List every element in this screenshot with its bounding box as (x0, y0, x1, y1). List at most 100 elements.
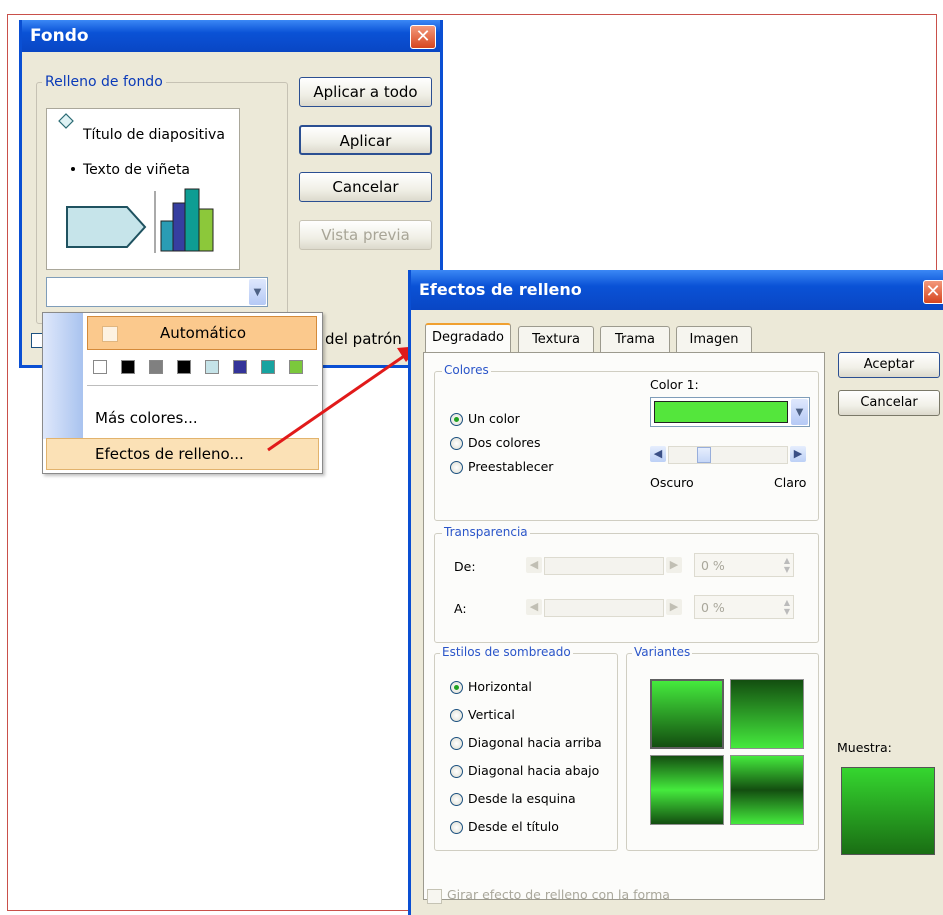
preview-button[interactable]: Vista previa (299, 220, 432, 250)
transparencia-label: Transparencia (442, 525, 530, 539)
menu-item-fill-effects[interactable]: Efectos de relleno... (46, 438, 319, 470)
menu-item-more-colors[interactable]: Más colores... (95, 409, 198, 427)
tab-textura[interactable]: Textura (518, 326, 594, 352)
rotate-fill-label: Girar efecto de relleno con la forma (447, 887, 670, 902)
arrow-shape (66, 206, 147, 248)
color-swatch[interactable] (289, 360, 303, 374)
chart-bar-1 (160, 220, 174, 252)
transparencia-group (434, 533, 819, 643)
diagonal-arriba-label: Diagonal hacia arriba (468, 735, 602, 750)
relleno-de-fondo-label: Relleno de fondo (42, 74, 166, 90)
automatic-color-swatch (102, 326, 118, 342)
radio-diagonal-abajo[interactable] (450, 765, 463, 778)
tab-degradado[interactable]: Degradado (425, 323, 511, 353)
color-swatch[interactable] (121, 360, 135, 374)
menu-item-fill-effects-label: Efectos de relleno... (95, 445, 244, 463)
color-swatch[interactable] (149, 360, 163, 374)
color-swatch[interactable] (205, 360, 219, 374)
color-swatch[interactable] (177, 360, 191, 374)
radio-vertical[interactable] (450, 709, 463, 722)
desde-esquina-label: Desde la esquina (468, 791, 576, 806)
chevron-down-icon[interactable]: ▼ (249, 279, 266, 305)
radio-desde-titulo[interactable] (450, 821, 463, 834)
spinner-icon[interactable]: ▲ ▼ (784, 598, 790, 616)
fill-color-dropdown[interactable]: ▼ (46, 277, 268, 307)
estilos-label: Estilos de sombreado (440, 645, 573, 659)
sample-label: Muestra: (837, 740, 892, 755)
chart-bar-2 (172, 202, 186, 252)
radio-preestablecer[interactable] (450, 461, 463, 474)
chevron-left-icon[interactable]: ◀ (650, 446, 666, 462)
efectos-title: Efectos de relleno (419, 280, 582, 299)
apply-all-button[interactable]: Aplicar a todo (299, 77, 432, 107)
close-icon[interactable]: ✕ (410, 25, 436, 49)
radio-horizontal[interactable] (450, 681, 463, 694)
color1-swatch (654, 401, 788, 423)
color-menu: Automático Más colores... Efectos de rel… (42, 312, 323, 474)
omit-graphics-label: del patrón (325, 330, 402, 348)
shade-slider-thumb[interactable] (697, 447, 711, 463)
desde-titulo-label: Desde el título (468, 819, 559, 834)
color1-label: Color 1: (650, 377, 699, 392)
sample-preview (841, 767, 935, 855)
ok-button[interactable]: Aceptar (838, 352, 940, 378)
preestablecer-label: Preestablecer (468, 459, 554, 474)
degradado-panel: Colores Un color Dos colores Preestablec… (423, 352, 825, 900)
menu-item-automatic-label: Automático (160, 324, 247, 342)
chevron-right-icon[interactable]: ▶ (666, 557, 682, 573)
menu-icon-strip (43, 313, 83, 439)
transparency-to-field[interactable]: 0 % ▲ ▼ (694, 595, 794, 619)
from-label: De: (454, 559, 476, 574)
radio-un-color[interactable] (450, 413, 463, 426)
menu-item-automatic[interactable]: Automático (87, 316, 317, 350)
color-swatch[interactable] (261, 360, 275, 374)
transparency-to-slider[interactable] (544, 599, 664, 617)
shade-slider[interactable] (668, 446, 788, 464)
diagonal-abajo-label: Diagonal hacia abajo (468, 763, 600, 778)
chevron-right-icon[interactable]: ▶ (790, 446, 806, 462)
chevron-left-icon[interactable]: ◀ (526, 557, 542, 573)
radio-diagonal-arriba[interactable] (450, 737, 463, 750)
cancel-button[interactable]: Cancelar (299, 172, 432, 202)
chevron-left-icon[interactable]: ◀ (526, 599, 542, 615)
spinner-icon[interactable]: ▲ ▼ (784, 556, 790, 574)
diamond-icon (58, 113, 74, 129)
cancel-button[interactable]: Cancelar (838, 390, 940, 416)
preview-graphic: Título de diapositiva Texto de viñeta (58, 113, 225, 253)
color-swatch[interactable] (233, 360, 247, 374)
preview-bullet-text: Texto de viñeta (82, 162, 190, 178)
variantes-label: Variantes (632, 645, 693, 659)
variant-tile-2[interactable] (730, 679, 804, 749)
close-icon[interactable]: ✕ (923, 280, 943, 304)
variant-tile-4[interactable] (730, 755, 804, 825)
transparency-from-field[interactable]: 0 % ▲ ▼ (694, 553, 794, 577)
transparency-from-slider[interactable] (544, 557, 664, 575)
transparency-from-value: 0 % (701, 558, 725, 573)
tab-trama[interactable]: Trama (600, 326, 670, 352)
preview-title-text: Título de diapositiva (82, 127, 225, 143)
variant-tile-1[interactable] (650, 679, 724, 749)
menu-separator (87, 385, 318, 386)
chart-bar-4 (198, 208, 214, 252)
color-swatch[interactable] (93, 360, 107, 374)
dark-label: Oscuro (650, 475, 694, 490)
colores-label: Colores (442, 363, 491, 377)
tab-imagen[interactable]: Imagen (676, 326, 752, 352)
fondo-titlebar: Fondo (22, 20, 440, 52)
horizontal-label: Horizontal (468, 679, 532, 694)
apply-button[interactable]: Aplicar (299, 125, 432, 155)
bullet-icon (71, 167, 75, 171)
radio-dos-colores[interactable] (450, 437, 463, 450)
transparency-to-value: 0 % (701, 600, 725, 615)
efectos-titlebar: Efectos de relleno (411, 270, 943, 310)
chevron-down-icon[interactable]: ▼ (791, 399, 808, 425)
vertical-label: Vertical (468, 707, 515, 722)
efectos-dialog: Efectos de relleno ✕ Degradado Textura T… (408, 270, 943, 915)
dos-colores-label: Dos colores (468, 435, 541, 450)
color1-dropdown[interactable]: ▼ (650, 397, 810, 427)
chevron-right-icon[interactable]: ▶ (666, 599, 682, 615)
radio-desde-esquina[interactable] (450, 793, 463, 806)
light-label: Claro (774, 475, 807, 490)
rotate-fill-checkbox[interactable] (427, 889, 442, 904)
variant-tile-3[interactable] (650, 755, 724, 825)
